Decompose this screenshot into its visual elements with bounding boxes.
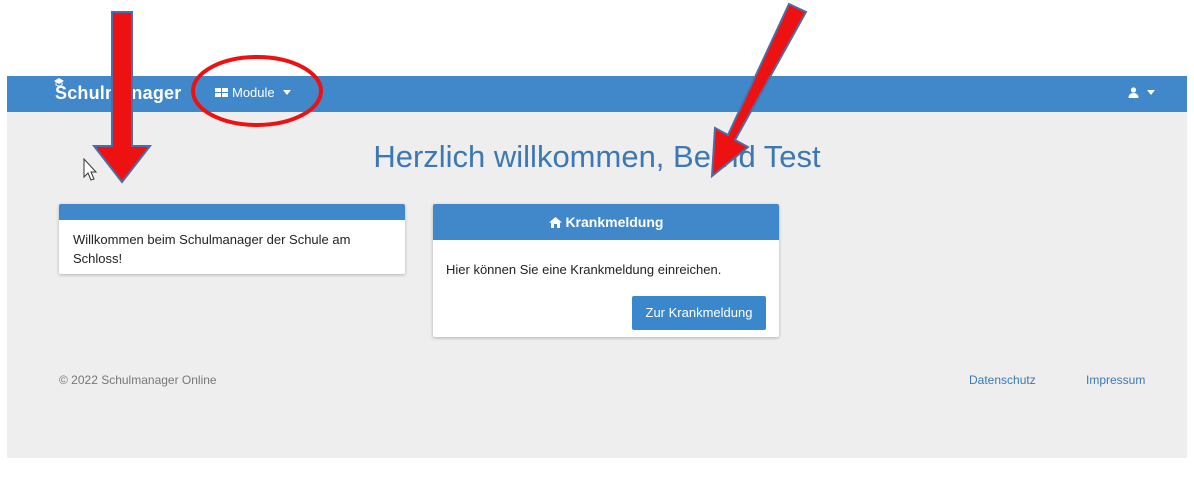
sick-note-button[interactable]: Zur Krankmeldung [632, 296, 766, 330]
sick-note-card-header: Krankmeldung [433, 204, 779, 240]
app-container: Schulmanager Module Herzlich willkommen,… [7, 76, 1187, 458]
page-title: Herzlich willkommen, Bernd Test [373, 139, 821, 174]
brand-logo[interactable]: Schulmanager [55, 83, 181, 104]
chevron-down-icon [282, 90, 291, 95]
user-icon [1128, 87, 1139, 98]
home-icon [548, 217, 562, 228]
privacy-link[interactable]: Datenschutz [969, 373, 1036, 387]
welcome-card-text: Willkommen beim Schulmanager der Schule … [73, 232, 351, 266]
sick-note-card: Krankmeldung Hier können Sie eine Krankm… [433, 204, 779, 337]
module-menu-label: Module [232, 85, 275, 100]
chevron-down-icon [1147, 90, 1155, 95]
welcome-card-header [59, 204, 405, 220]
footer-copyright: © 2022 Schulmanager Online [59, 373, 217, 387]
grid-icon [215, 87, 228, 97]
user-menu[interactable] [1128, 87, 1155, 98]
welcome-card: Willkommen beim Schulmanager der Schule … [59, 204, 405, 274]
navbar: Schulmanager Module [7, 76, 1187, 112]
imprint-link[interactable]: Impressum [1086, 373, 1145, 387]
module-menu[interactable]: Module [215, 85, 291, 100]
sick-note-card-title: Krankmeldung [565, 214, 664, 230]
sick-note-card-text: Hier können Sie eine Krankmeldung einrei… [446, 262, 722, 277]
